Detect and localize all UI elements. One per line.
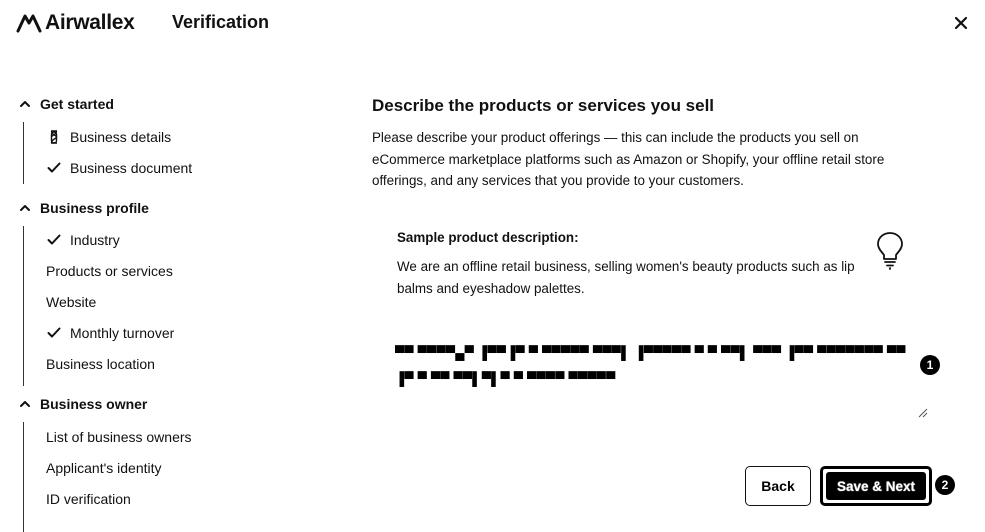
section-heading: Describe the products or services you se…	[372, 96, 715, 115]
chevron-up-icon	[20, 401, 30, 407]
sidebar-item-list-of-business-owners[interactable]: List of business owners	[46, 429, 192, 445]
check-icon	[46, 232, 62, 248]
annotation-badge-2: 2	[935, 475, 955, 495]
annotation-badge-1: 1	[920, 355, 940, 375]
close-icon	[954, 16, 968, 30]
sidebar-item-business-details[interactable]: Business details	[46, 129, 171, 145]
section-get-started[interactable]: Get started	[18, 96, 114, 112]
sidebar-item-business-document[interactable]: Business document	[46, 160, 192, 176]
sidebar-item-label: List of business owners	[46, 429, 192, 445]
close-button[interactable]	[950, 12, 972, 34]
product-description-textarea[interactable]: ▀▀ ▀▀▀▀▄▀ ▐▀▀▐▀ ▀ ▀▀▀▀▀ ▀▀▀▌ ▐▀▀▀▀▀ ▀ ▀ …	[395, 340, 935, 422]
section-divider-line	[23, 122, 24, 184]
sample-description-label: Sample product description:	[397, 230, 579, 245]
sidebar-item-label: Industry	[70, 232, 120, 248]
sidebar-item-business-location[interactable]: Business location	[46, 356, 155, 372]
section-description: Please describe your product offerings —…	[372, 130, 885, 188]
sidebar-item-label: Business location	[46, 356, 155, 372]
section-business-owner[interactable]: Business owner	[18, 396, 147, 412]
section-divider-line	[23, 422, 24, 532]
back-button[interactable]: Back	[745, 466, 811, 506]
sidebar-item-label: Monthly turnover	[70, 325, 175, 341]
section-label: Business profile	[40, 200, 149, 216]
sidebar-item-applicants-identity[interactable]: Applicant's identity	[46, 460, 162, 476]
sidebar-item-label: Products or services	[46, 263, 173, 279]
sidebar-item-label: Website	[46, 294, 97, 310]
chevron-up-icon	[20, 101, 30, 107]
page-title: Verification	[172, 12, 270, 32]
airwallex-logo-icon	[16, 14, 42, 33]
sidebar-item-industry[interactable]: Industry	[46, 232, 120, 248]
sidebar-item-monthly-turnover[interactable]: Monthly turnover	[46, 325, 174, 341]
save-and-next-button[interactable]: Save & Next	[820, 466, 932, 506]
section-label: Business owner	[40, 396, 148, 412]
sidebar-item-label: Business details	[70, 129, 172, 145]
chevron-up-icon	[20, 205, 30, 211]
airwallex-logo: Airwallex	[16, 10, 135, 36]
product-description-value[interactable]: ▀▀ ▀▀▀▀▄▀ ▐▀▀▐▀ ▀ ▀▀▀▀▀ ▀▀▀▌ ▐▀▀▀▀▀ ▀ ▀ …	[395, 340, 910, 392]
section-business-profile[interactable]: Business profile	[18, 200, 149, 216]
section-label: Get started	[40, 96, 114, 112]
sidebar-item-label: ID verification	[46, 491, 131, 507]
sidebar-item-label: Business document	[70, 160, 193, 176]
hourglass-icon	[46, 129, 62, 145]
resize-handle-icon[interactable]	[918, 408, 928, 418]
sample-description-text: We are an offline retail business, selli…	[397, 259, 855, 296]
section-divider-line	[23, 226, 24, 386]
sidebar-item-website[interactable]: Website	[46, 294, 96, 310]
sidebar-item-products-or-services[interactable]: Products or services	[46, 263, 173, 279]
sidebar-item-label: Applicant's identity	[46, 460, 162, 476]
save-and-next-label: Save & Next	[826, 472, 926, 500]
brand-name: Airwallex	[45, 11, 135, 34]
check-icon	[46, 325, 62, 341]
check-icon	[46, 160, 62, 176]
sidebar-item-id-verification[interactable]: ID verification	[46, 491, 131, 507]
lightbulb-icon	[877, 232, 903, 270]
